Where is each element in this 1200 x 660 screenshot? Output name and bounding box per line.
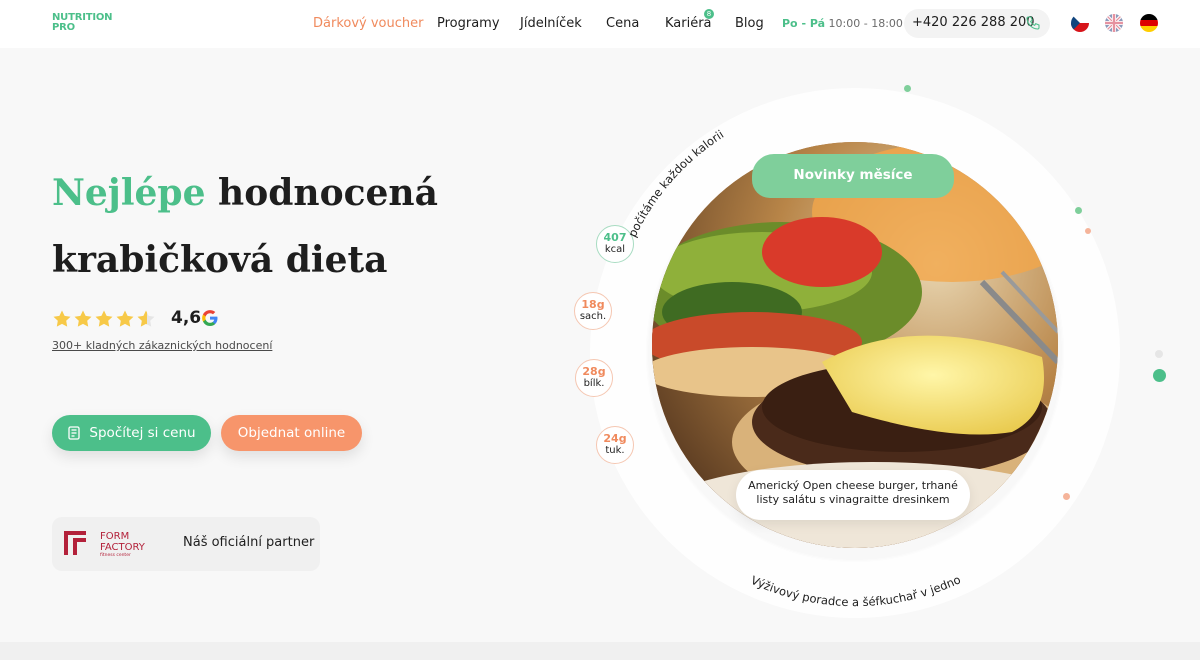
- headline-rest: hodnocená: [218, 172, 438, 214]
- arc-slogan-top: počítáme každou kalorii: [625, 127, 726, 239]
- star-icon: [53, 310, 71, 327]
- nav-career[interactable]: Kariéra: [665, 16, 712, 31]
- partner-card[interactable]: FORM FACTORY fitness center Náš oficiáln…: [52, 517, 320, 571]
- nav-blog[interactable]: Blog: [735, 16, 764, 31]
- order-online-button[interactable]: Objednat online: [221, 415, 362, 451]
- next-section-edge: [0, 642, 1200, 660]
- calculate-price-label: Spočítej si cenu: [89, 425, 196, 441]
- reviews-link[interactable]: 300+ kladných zákaznických hodnocení: [52, 339, 272, 352]
- career-count-badge: 8: [704, 9, 714, 19]
- arc-slogans: počítáme každou kalorii Výživový poradce…: [590, 88, 963, 609]
- decor-dot: [1075, 207, 1082, 214]
- partner-logo-sub: fitness center: [100, 552, 131, 558]
- svg-text:Výživový poradce a šéfkuchař v: Výživový poradce a šéfkuchař v jednom: [590, 88, 963, 609]
- calculate-price-button[interactable]: Spočítej si cenu: [52, 415, 211, 451]
- nutrition-pro-logo[interactable]: NUTRITION PRO: [52, 13, 122, 33]
- hero-headline: Nejlépe hodnocená krabičková dieta: [52, 160, 472, 294]
- opening-hours: Po - Pá 10:00 - 18:00: [782, 17, 903, 30]
- german-flag-icon[interactable]: [1140, 14, 1158, 32]
- arc-slogan-bottom: Výživový poradce a šéfkuchař v jednom: [590, 88, 963, 609]
- star-icon: [95, 310, 113, 327]
- form-factory-logo: FORM FACTORY fitness center: [64, 531, 146, 558]
- rating-value: 4,6: [171, 308, 202, 328]
- star-icon: [74, 310, 92, 327]
- headline-accent: Nejlépe: [52, 172, 206, 214]
- decor-dot: [904, 85, 911, 92]
- partner-text: Náš oficiální partner: [183, 535, 315, 550]
- half-star-icon: [137, 310, 155, 327]
- partner-logo-mid: FACTORY: [100, 542, 146, 553]
- order-online-label: Objednat online: [237, 425, 346, 441]
- uk-flag-icon[interactable]: [1105, 14, 1123, 32]
- decor-dot: [1085, 228, 1091, 234]
- svg-text:počítáme každou kalorii: počítáme každou kalorii: [625, 127, 726, 239]
- opening-days: Po - Pá: [782, 17, 826, 30]
- logo-line2: PRO: [52, 22, 75, 33]
- opening-time: 10:00 - 18:00: [828, 17, 903, 30]
- rating-stars: [53, 310, 155, 327]
- nav-gift-voucher[interactable]: Dárkový voucher: [313, 16, 423, 31]
- calculator-icon: [68, 426, 81, 440]
- nav-price[interactable]: Cena: [606, 16, 639, 31]
- nav-menu[interactable]: Jídelníček: [520, 16, 582, 31]
- nav-programs[interactable]: Programy: [437, 16, 500, 31]
- decor-dot: [1063, 493, 1070, 500]
- phone-contact[interactable]: +420 226 288 200: [904, 9, 1050, 38]
- phone-icon: [1026, 16, 1040, 30]
- star-icon: [116, 310, 134, 327]
- google-icon: [202, 310, 218, 326]
- decor-dot: [1153, 369, 1166, 382]
- decor-dot: [1155, 350, 1163, 358]
- phone-number: +420 226 288 200: [912, 15, 1035, 30]
- site-header: NUTRITION PRO Dárkový voucher Programy J…: [0, 0, 1200, 48]
- czech-flag-icon[interactable]: [1071, 14, 1089, 32]
- headline-line2: krabičková dieta: [52, 239, 388, 281]
- partner-logo-top: FORM: [100, 531, 129, 542]
